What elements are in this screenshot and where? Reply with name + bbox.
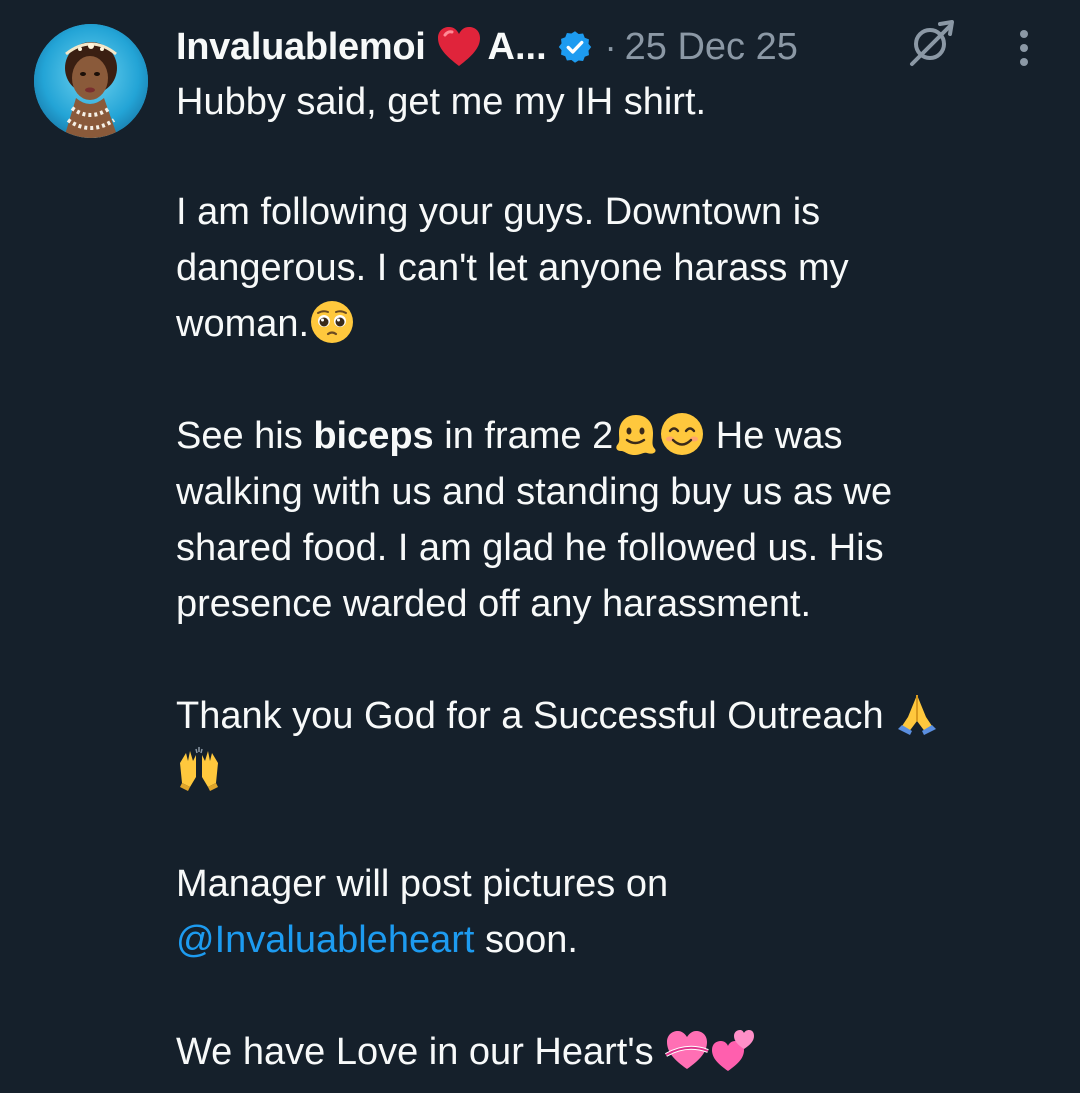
- heart-with-ribbon-emoji: [664, 1027, 710, 1073]
- text-segment: He was: [705, 415, 843, 457]
- text-segment: See his: [176, 415, 314, 457]
- separator-dot: ·: [604, 26, 617, 67]
- text-segment: We have Love in our Heart's: [176, 1031, 665, 1073]
- text-segment: shared food. I am glad he followed us. H…: [176, 527, 884, 569]
- text-segment: dangerous. I can't let anyone harass my: [176, 247, 849, 289]
- tweet[interactable]: Invaluablemoi A... · 25 Dec 25 Hubby sai…: [0, 0, 1080, 1093]
- pleading-face-emoji: [309, 299, 355, 345]
- text-segment: Thank you God for a Successful Outreach: [176, 695, 895, 737]
- bold-text: biceps: [313, 415, 434, 457]
- tweet-line: shared food. I am glad he followed us. H…: [176, 520, 884, 576]
- tweet-line: walking with us and standing buy us as w…: [176, 464, 892, 520]
- tweet-header: Invaluablemoi A... · 25 Dec 25: [176, 22, 798, 72]
- verified-badge-icon: [557, 29, 593, 65]
- folded-hands-emoji: [894, 691, 940, 737]
- text-segment: soon.: [474, 919, 578, 961]
- tweet-line: See his biceps in frame 2 He was: [176, 408, 843, 464]
- two-hearts-emoji: [710, 1027, 756, 1073]
- author-name-truncated[interactable]: A...: [488, 26, 547, 69]
- red-heart-icon: [436, 26, 482, 68]
- tweet-line: dangerous. I can't let anyone harass my: [176, 240, 849, 296]
- text-segment: walking with us and standing buy us as w…: [176, 471, 893, 513]
- melting-face-emoji: [613, 411, 659, 457]
- tweet-line: Manager will post pictures on: [176, 856, 668, 912]
- tweet-date[interactable]: 25 Dec 25: [625, 26, 798, 69]
- text-segment: presence warded off any harassment.: [176, 583, 812, 625]
- more-options-icon[interactable]: [1010, 28, 1038, 68]
- tweet-line: [176, 744, 222, 800]
- author-name[interactable]: Invaluablemoi: [176, 26, 426, 69]
- text-segment: woman.: [176, 303, 310, 345]
- tweet-line: Thank you God for a Successful Outreach: [176, 688, 940, 744]
- text-segment: in frame 2: [433, 415, 614, 457]
- text-segment: Manager will post pictures on: [176, 863, 669, 905]
- tweet-line: woman.: [176, 296, 355, 352]
- text-segment: Hubby said, get me my IH shirt.: [176, 81, 707, 123]
- tweet-line: I am following your guys. Downtown is: [176, 184, 820, 240]
- tweet-line: Hubby said, get me my IH shirt.: [176, 74, 706, 130]
- raising-hands-emoji: [176, 746, 222, 793]
- tweet-line: We have Love in our Heart's: [176, 1024, 756, 1080]
- avatar-image: [34, 24, 148, 138]
- smiling-face-emoji: [659, 411, 705, 457]
- tweet-line: @Invaluableheart soon.: [176, 912, 578, 968]
- user-mention-link[interactable]: @Invaluableheart: [176, 919, 474, 961]
- text-segment: I am following your guys. Downtown is: [176, 191, 821, 233]
- grok-icon[interactable]: [904, 18, 956, 70]
- avatar[interactable]: [34, 24, 148, 138]
- tweet-line: presence warded off any harassment.: [176, 576, 811, 632]
